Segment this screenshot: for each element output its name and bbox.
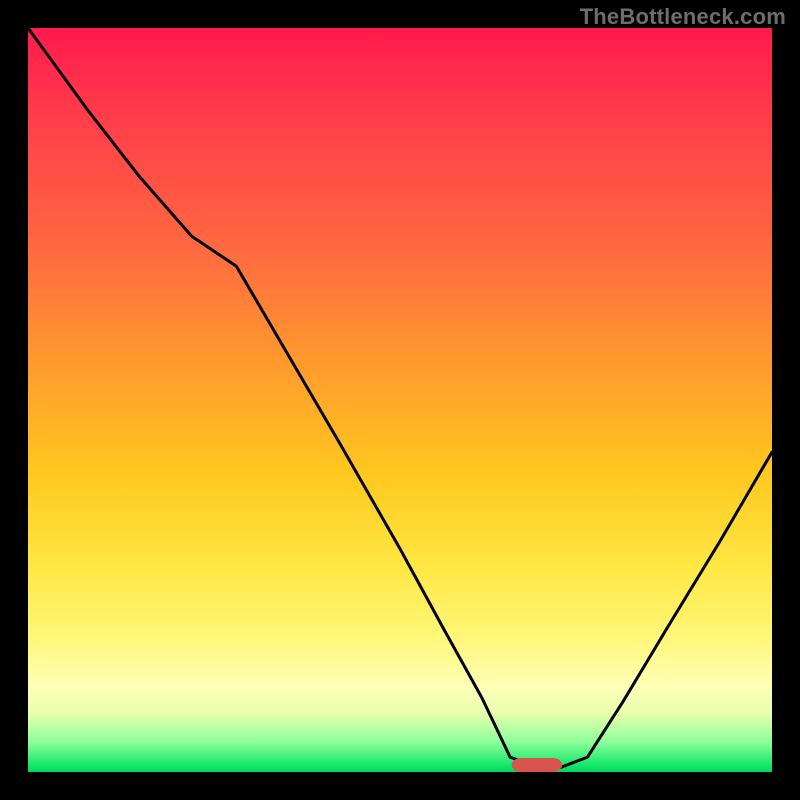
watermark-text: TheBottleneck.com: [580, 4, 786, 30]
plot-area: [28, 28, 772, 772]
bottleneck-curve: [28, 28, 772, 772]
optimal-marker: [512, 758, 563, 772]
chart-frame: TheBottleneck.com: [0, 0, 800, 800]
curve-layer: [28, 28, 772, 772]
